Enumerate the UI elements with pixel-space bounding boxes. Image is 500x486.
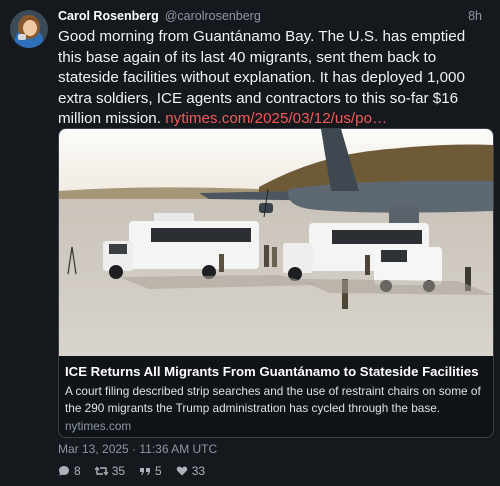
heart-icon bbox=[176, 466, 187, 476]
reply-icon bbox=[59, 466, 69, 476]
author-handle[interactable]: @carolrosenberg bbox=[165, 9, 261, 23]
repost-icon bbox=[94, 466, 108, 476]
post: Carol Rosenberg @carolrosenberg 8h Good m… bbox=[0, 0, 500, 486]
quote-button[interactable]: 5 bbox=[139, 464, 162, 478]
reply-button[interactable]: 8 bbox=[58, 464, 81, 478]
like-count: 33 bbox=[191, 464, 206, 478]
card-title[interactable]: ICE Returns All Migrants From Guantánamo… bbox=[65, 364, 489, 379]
card-domain: nytimes.com bbox=[65, 419, 132, 433]
avatar[interactable] bbox=[10, 10, 48, 48]
post-header: Carol Rosenberg @carolrosenberg 8h bbox=[58, 9, 490, 27]
reply-count: 8 bbox=[74, 464, 81, 478]
like-button[interactable]: 33 bbox=[176, 464, 205, 478]
action-bar: 8 35 5 33 bbox=[58, 463, 205, 479]
link-card[interactable]: ICE Returns All Migrants From Guantánamo… bbox=[58, 128, 494, 438]
post-timestamp[interactable]: Mar 13, 2025 · 11:36 AM UTC bbox=[58, 442, 217, 456]
post-link[interactable]: nytimes.com/2025/03/12/us/po… bbox=[165, 110, 387, 127]
repost-count: 35 bbox=[111, 464, 126, 478]
post-text: Good morning from Guantánamo Bay. The U.… bbox=[58, 27, 492, 130]
repost-button[interactable]: 35 bbox=[94, 464, 126, 478]
quote-count: 5 bbox=[155, 464, 162, 478]
post-time[interactable]: 8h bbox=[468, 9, 482, 23]
avatar-image bbox=[10, 10, 48, 48]
card-description: A court filing described strip searches … bbox=[65, 384, 481, 415]
quote-icon bbox=[140, 468, 151, 475]
author-name[interactable]: Carol Rosenberg bbox=[58, 9, 159, 23]
card-image bbox=[59, 129, 493, 356]
